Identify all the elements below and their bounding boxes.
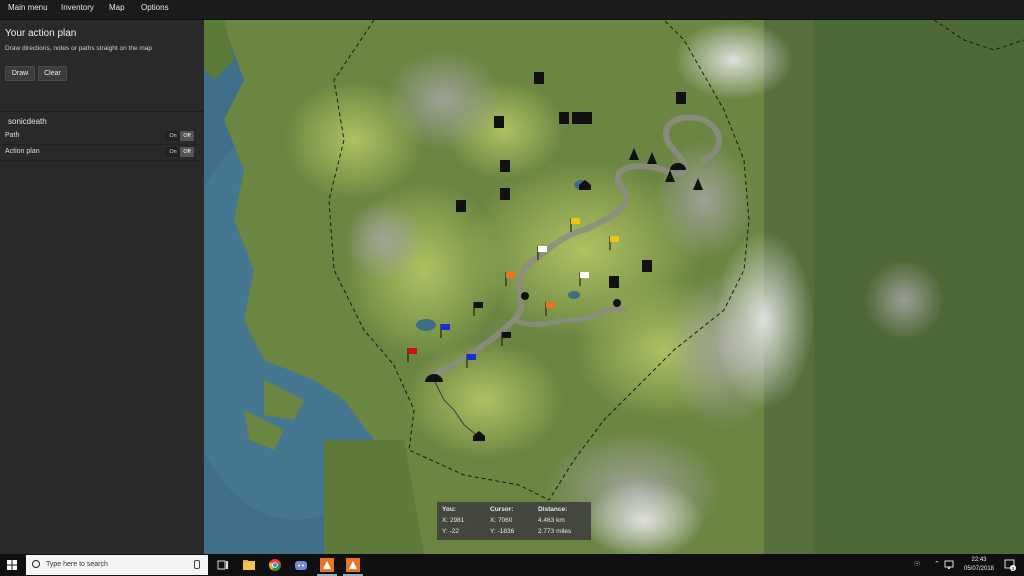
- notification-center-icon[interactable]: 3: [1004, 559, 1016, 571]
- discord-icon[interactable]: [291, 556, 311, 574]
- task-view-icon[interactable]: [213, 556, 233, 574]
- climber-icon[interactable]: [500, 160, 510, 172]
- search-placeholder: Type here to search: [46, 561, 108, 568]
- clock-date: 05/07/2018: [963, 566, 995, 572]
- distance-label: Distance:: [538, 506, 568, 513]
- action-plan-off-option[interactable]: Off: [180, 147, 194, 157]
- climber-icon[interactable]: [500, 188, 510, 200]
- taskbar: Type here to search ☉ ⌃ 22:43 05/07/2018…: [0, 554, 1024, 576]
- game-app-icon[interactable]: [317, 556, 337, 574]
- you-y: Y: -22: [442, 528, 459, 535]
- chrome-icon[interactable]: [265, 556, 285, 574]
- menu-options[interactable]: Options: [139, 0, 171, 19]
- spider-icon[interactable]: [613, 299, 621, 307]
- action-plan-description: Draw directions, notes or paths straight…: [5, 45, 153, 52]
- distance-miles: 2.773 miles: [538, 528, 572, 535]
- lake: [568, 291, 580, 299]
- climber-icon[interactable]: [642, 260, 652, 272]
- path-label: Path: [5, 132, 20, 139]
- climber-icon[interactable]: [609, 276, 619, 288]
- menu-inventory[interactable]: Inventory: [59, 0, 96, 19]
- action-plan-on-option[interactable]: On: [166, 147, 180, 157]
- people-icon[interactable]: ☉: [914, 560, 920, 568]
- path-off-option[interactable]: Off: [180, 131, 194, 141]
- spider-icon[interactable]: [521, 292, 529, 300]
- microphone-icon[interactable]: [194, 560, 200, 569]
- top-menu-bar: Main menu Inventory Map Options: [0, 0, 1024, 20]
- you-label: You:: [442, 506, 456, 513]
- file-explorer-icon[interactable]: [239, 556, 259, 574]
- clock-time: 22:43: [971, 557, 987, 563]
- climber-icon[interactable]: [582, 112, 592, 124]
- map-view[interactable]: [204, 20, 1024, 554]
- action-plan-label: Action plan: [5, 148, 40, 155]
- username: sonicdeath: [8, 117, 47, 126]
- taskbar-search[interactable]: Type here to search: [26, 555, 208, 575]
- lake: [416, 319, 436, 331]
- terrain-map[interactable]: [204, 20, 1024, 554]
- climber-icon[interactable]: [559, 112, 569, 124]
- climber-icon[interactable]: [494, 116, 504, 128]
- distance-km: 4.463 km: [538, 517, 565, 524]
- you-x: X: 2981: [442, 517, 465, 524]
- action-plan-toggle-row: Action plan On Off: [0, 145, 204, 161]
- action-plan-title: Your action plan: [5, 28, 77, 39]
- climber-icon[interactable]: [456, 200, 466, 212]
- path-toggle[interactable]: On Off: [166, 131, 194, 141]
- action-plan-sidebar: Your action plan Draw directions, notes …: [0, 20, 204, 554]
- draw-button[interactable]: Draw: [5, 66, 35, 81]
- network-icon[interactable]: [944, 560, 954, 569]
- menu-map[interactable]: Map: [107, 0, 127, 19]
- cursor-label: Cursor:: [490, 506, 514, 513]
- clear-button[interactable]: Clear: [38, 66, 67, 81]
- menu-main[interactable]: Main menu: [6, 0, 50, 19]
- game-app-icon[interactable]: [343, 556, 363, 574]
- divider: [0, 111, 204, 112]
- windows-start-icon[interactable]: [7, 560, 17, 570]
- cursor-y: Y: -1836: [490, 528, 515, 535]
- climber-icon[interactable]: [534, 72, 544, 84]
- system-clock[interactable]: 22:43 05/07/2018: [956, 556, 1002, 574]
- cortana-icon: [32, 560, 40, 568]
- climber-icon[interactable]: [676, 92, 686, 104]
- action-plan-toggle[interactable]: On Off: [166, 147, 194, 157]
- chevron-up-icon[interactable]: ⌃: [934, 560, 940, 568]
- coordinates-panel: You: X: 2981 Y: -22 Cursor: X: 7060 Y: -…: [437, 502, 591, 540]
- path-toggle-row: Path On Off: [0, 129, 204, 145]
- path-on-option[interactable]: On: [166, 131, 180, 141]
- cursor-x: X: 7060: [490, 517, 513, 524]
- climber-icon[interactable]: [572, 112, 582, 124]
